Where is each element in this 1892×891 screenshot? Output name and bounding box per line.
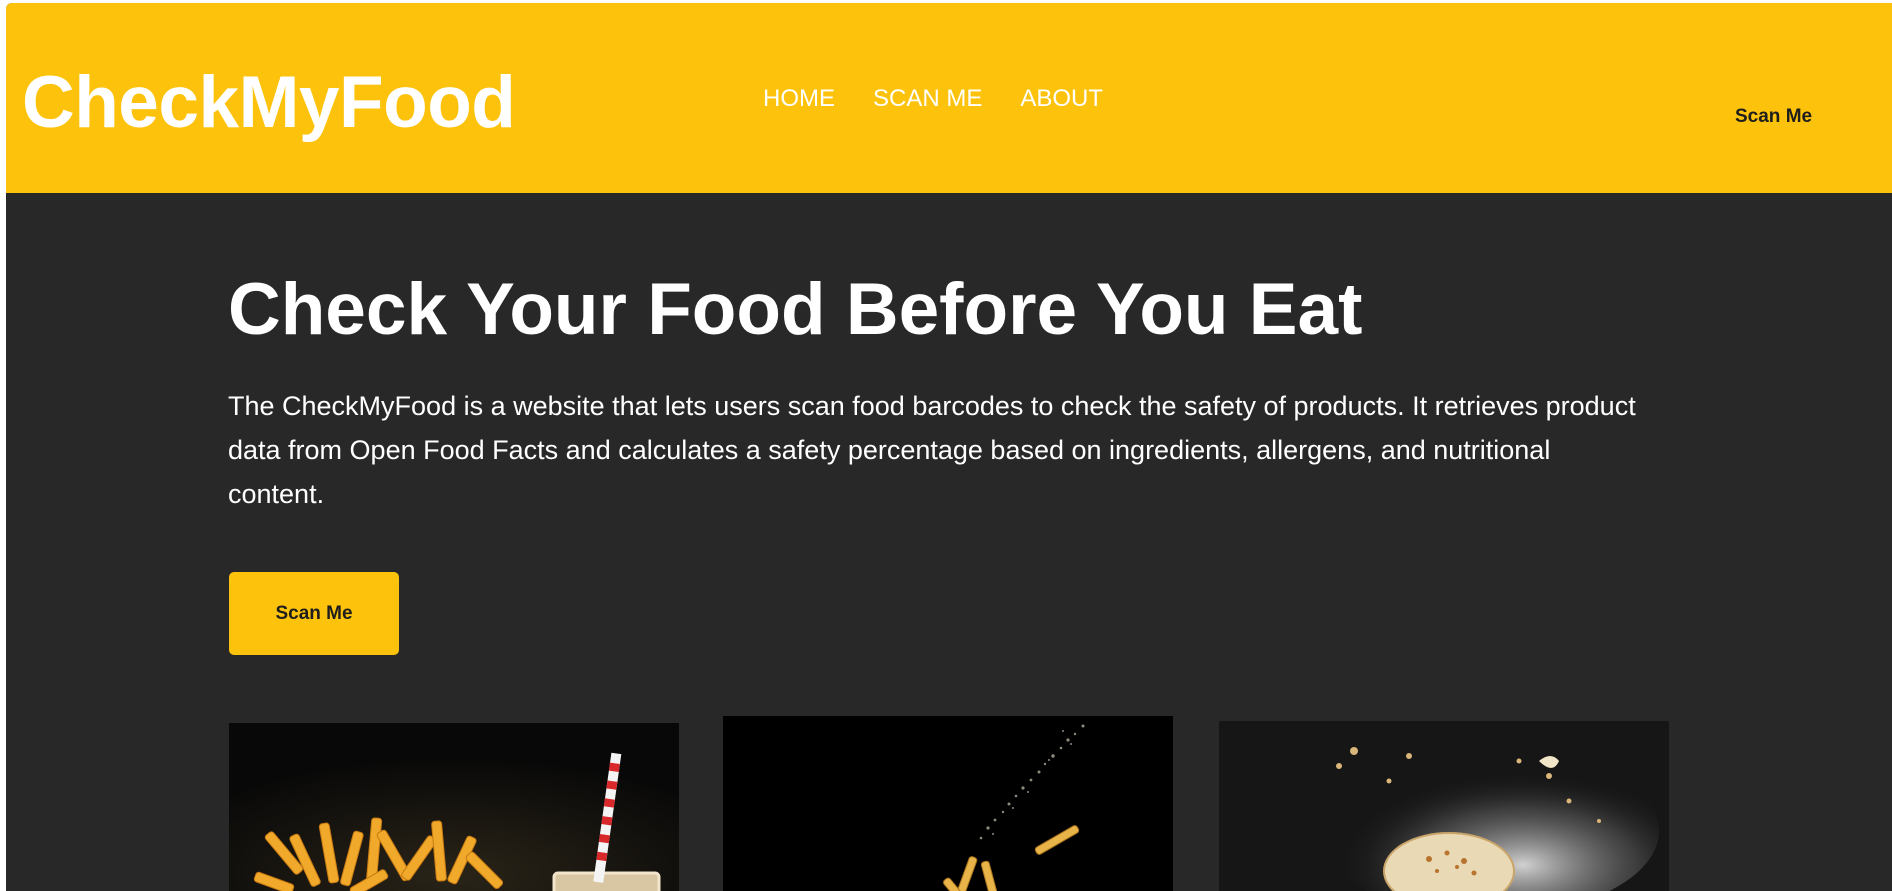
food-image-pasta-explosion — [1219, 721, 1669, 891]
site-header: CheckMyFood HOME SCAN ME ABOUT Scan Me — [6, 3, 1892, 193]
hero-title: Check Your Food Before You Eat — [228, 269, 1363, 350]
falling-fries-illustration — [723, 716, 1173, 891]
main-nav: HOME SCAN ME ABOUT — [763, 87, 1103, 111]
hero-description: The CheckMyFood is a website that lets u… — [228, 391, 1636, 509]
nav-scan-me-link[interactable]: SCAN ME — [873, 87, 982, 111]
food-image-falling-fries — [723, 716, 1173, 891]
nav-about-link[interactable]: ABOUT — [1020, 87, 1103, 111]
site-logo[interactable]: CheckMyFood — [22, 66, 516, 139]
page: CheckMyFood HOME SCAN ME ABOUT Scan Me C… — [6, 3, 1892, 891]
fries-drink-illustration — [229, 723, 679, 891]
header-scan-me-button[interactable]: Scan Me — [1735, 106, 1812, 128]
food-image-fries-drink — [229, 723, 679, 891]
hero-scan-me-button[interactable]: Scan Me — [229, 572, 399, 655]
nav-home-link[interactable]: HOME — [763, 87, 835, 111]
pasta-explosion-illustration — [1219, 721, 1669, 891]
